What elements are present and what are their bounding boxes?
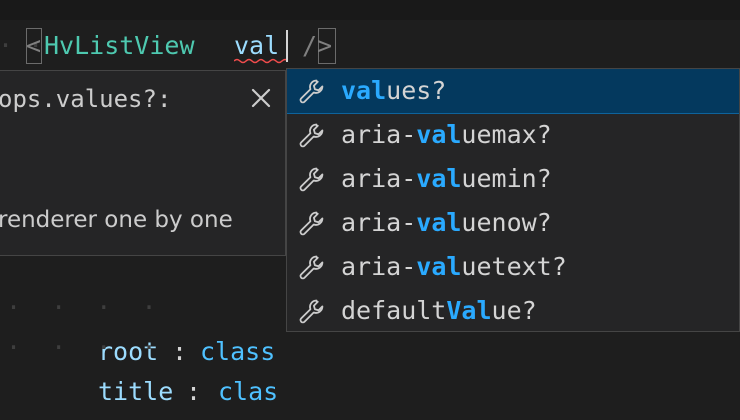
wrench-icon <box>297 297 327 327</box>
match-highlight: val <box>416 252 462 281</box>
text-cursor <box>286 30 288 62</box>
detail-documentation: renderer one by one <box>0 207 233 233</box>
wrench-icon <box>297 121 327 151</box>
suggestion-label: values? <box>341 76 447 105</box>
match-highlight: val <box>416 164 462 193</box>
component-tag-name[interactable]: HvListView <box>44 24 195 68</box>
wrench-icon <box>297 77 327 107</box>
suggestion-label: defaultValue? <box>341 296 537 325</box>
suggestion-item[interactable]: values? <box>287 69 739 114</box>
tag-self-close: /> <box>302 31 333 60</box>
suggestion-item[interactable]: aria-valuetext? <box>287 245 739 289</box>
error-squiggle <box>234 58 286 64</box>
match-highlight: val <box>416 208 462 237</box>
suggestion-label: aria-valuenow? <box>341 208 552 237</box>
suggestion-item[interactable]: defaultValue? <box>287 289 739 331</box>
suggestion-item[interactable]: aria-valuemin? <box>287 157 739 201</box>
close-icon[interactable] <box>246 83 276 113</box>
tag-open-bracket: < <box>26 31 42 60</box>
prop-title-value: clas <box>218 377 279 406</box>
suggestion-label: aria-valuetext? <box>341 252 567 281</box>
match-highlight: val <box>416 120 462 149</box>
wrench-icon <box>297 165 327 195</box>
suggestion-label: aria-valuemax? <box>341 120 552 149</box>
match-highlight: Val <box>446 296 492 325</box>
suggestion-item[interactable]: aria-valuemax? <box>287 113 739 157</box>
match-highlight: val <box>341 76 387 105</box>
prop-root-value: class <box>200 337 276 366</box>
wrench-icon <box>297 253 327 283</box>
code-line-current[interactable]: · · < HvListView val /> <box>0 24 740 68</box>
code-line-title[interactable]: · · · · title: clas <box>0 282 278 406</box>
suggestion-label: aria-valuemin? <box>341 164 552 193</box>
editor-top-strip <box>0 0 740 20</box>
wrench-icon <box>297 209 327 239</box>
suggestion-detail-panel: ops.values?: renderer one by one <box>0 70 286 256</box>
detail-signature: ops.values?: <box>0 85 172 113</box>
prop-title: title <box>98 377 174 406</box>
suggestion-item[interactable]: aria-valuenow? <box>287 201 739 245</box>
suggest-widget[interactable]: values? aria-valuemax? aria-valuemin? aria-… <box>286 68 740 332</box>
